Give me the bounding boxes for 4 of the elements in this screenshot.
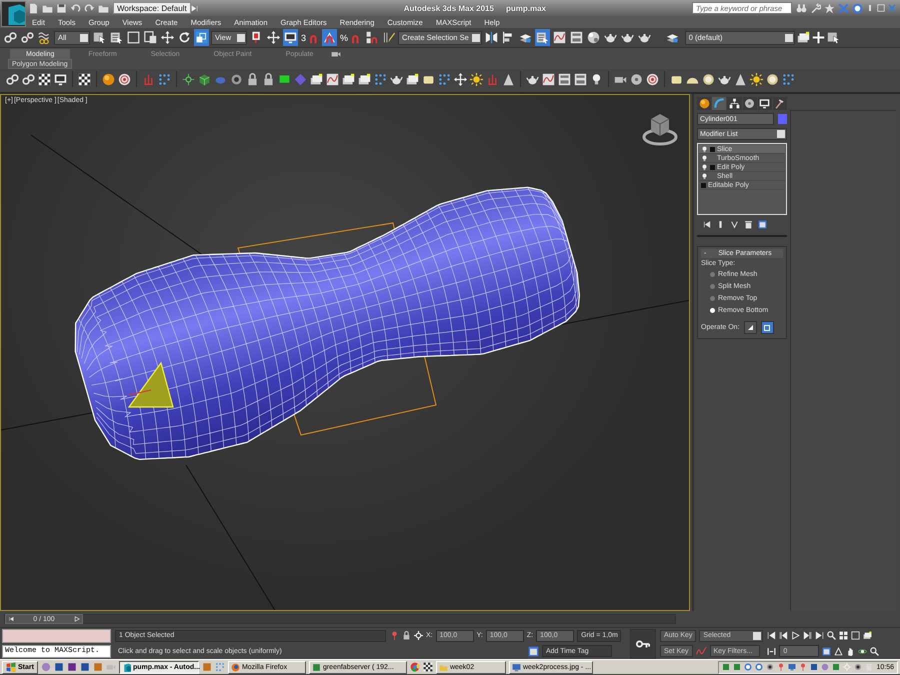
magnet-button[interactable]: % bbox=[339, 29, 362, 46]
app-title: Autodesk 3ds Max 2015 bbox=[404, 4, 494, 12]
magnet-button[interactable]: 3 bbox=[300, 29, 320, 46]
file-name: pump.max bbox=[506, 4, 546, 12]
